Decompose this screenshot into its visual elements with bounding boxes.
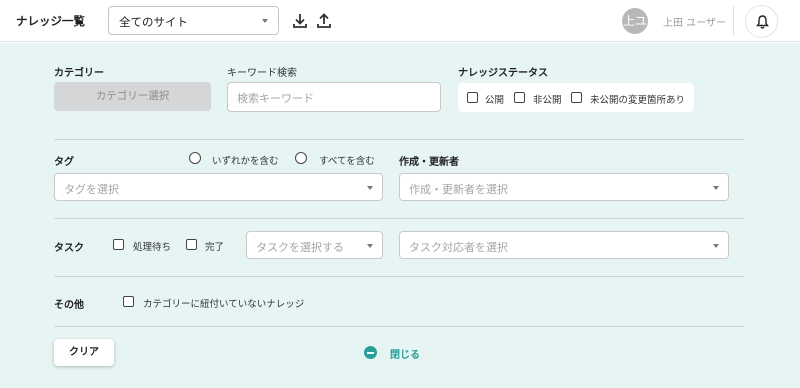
user-name[interactable]: 上田 ユーザー	[663, 14, 726, 29]
chevron-down-icon	[367, 186, 373, 190]
chevron-down-icon	[713, 186, 719, 190]
upload-icon[interactable]	[315, 12, 333, 30]
task-pending-label: 処理待ち	[133, 242, 172, 253]
task-placeholder: タスクを選択する	[256, 241, 344, 254]
divider	[54, 276, 745, 277]
status-label: ナレッジステータス	[458, 68, 548, 79]
task-assignee-select[interactable]: タスク対応者を選択	[399, 231, 729, 259]
download-icon[interactable]	[291, 12, 309, 30]
site-select-value: 全てのサイト	[119, 15, 188, 29]
author-placeholder: 作成・更新者を選択	[409, 183, 508, 196]
category-select-button[interactable]: カテゴリー選択	[54, 82, 211, 111]
chevron-down-icon	[713, 244, 719, 248]
header-divider	[733, 6, 734, 36]
tag-match-any-label: いずれかを含む	[212, 156, 279, 167]
avatar[interactable]: 上ユ	[622, 8, 648, 34]
keyword-placeholder: 検索キーワード	[237, 92, 314, 105]
uncategorized-checkbox[interactable]	[123, 296, 134, 307]
notification-button[interactable]	[745, 5, 778, 38]
keyword-input[interactable]: 検索キーワード	[227, 82, 441, 112]
divider	[54, 218, 745, 219]
status-options: 公開 非公開 未公開の変更箇所あり	[458, 83, 694, 112]
site-select[interactable]: 全てのサイト	[108, 6, 279, 35]
task-assignee-placeholder: タスク対応者を選択	[409, 241, 508, 254]
author-select[interactable]: 作成・更新者を選択	[399, 173, 729, 201]
status-public-label: 公開	[485, 95, 505, 106]
divider	[54, 139, 745, 140]
task-label: タスク	[54, 243, 84, 254]
tag-label: タグ	[54, 157, 74, 168]
task-done-label: 完了	[205, 242, 225, 253]
close-label: 閉じる	[390, 350, 420, 361]
clear-button[interactable]: クリア	[54, 339, 114, 366]
status-unpublished-changes-label: 未公開の変更箇所あり	[590, 95, 686, 106]
tag-select[interactable]: タグを選択	[54, 173, 383, 201]
status-public-checkbox[interactable]	[467, 92, 478, 103]
tag-placeholder: タグを選択	[64, 183, 119, 196]
keyword-label: キーワード検索	[227, 68, 297, 79]
category-label: カテゴリー	[54, 68, 104, 79]
status-private-label: 非公開	[533, 95, 562, 106]
task-select[interactable]: タスクを選択する	[246, 231, 383, 259]
page-title: ナレッジ一覧	[16, 14, 85, 28]
other-label: その他	[54, 300, 84, 311]
status-private-checkbox[interactable]	[514, 92, 525, 103]
minus-circle-icon	[364, 346, 377, 359]
author-label: 作成・更新者	[399, 157, 459, 168]
top-bar: ナレッジ一覧 全てのサイト 上ユ 上田 ユーザー	[0, 0, 800, 42]
chevron-down-icon	[367, 244, 373, 248]
task-pending-checkbox[interactable]	[113, 239, 124, 250]
uncategorized-label: カテゴリーに紐付いていないナレッジ	[143, 299, 305, 310]
tag-match-all-radio[interactable]	[295, 152, 307, 164]
task-done-checkbox[interactable]	[186, 239, 197, 250]
chevron-down-icon	[262, 19, 268, 23]
status-unpublished-changes-checkbox[interactable]	[571, 92, 582, 103]
divider	[54, 326, 745, 327]
tag-match-any-radio[interactable]	[189, 152, 201, 164]
tag-match-all-label: すべてを含む	[319, 156, 375, 167]
bell-icon	[756, 15, 769, 29]
